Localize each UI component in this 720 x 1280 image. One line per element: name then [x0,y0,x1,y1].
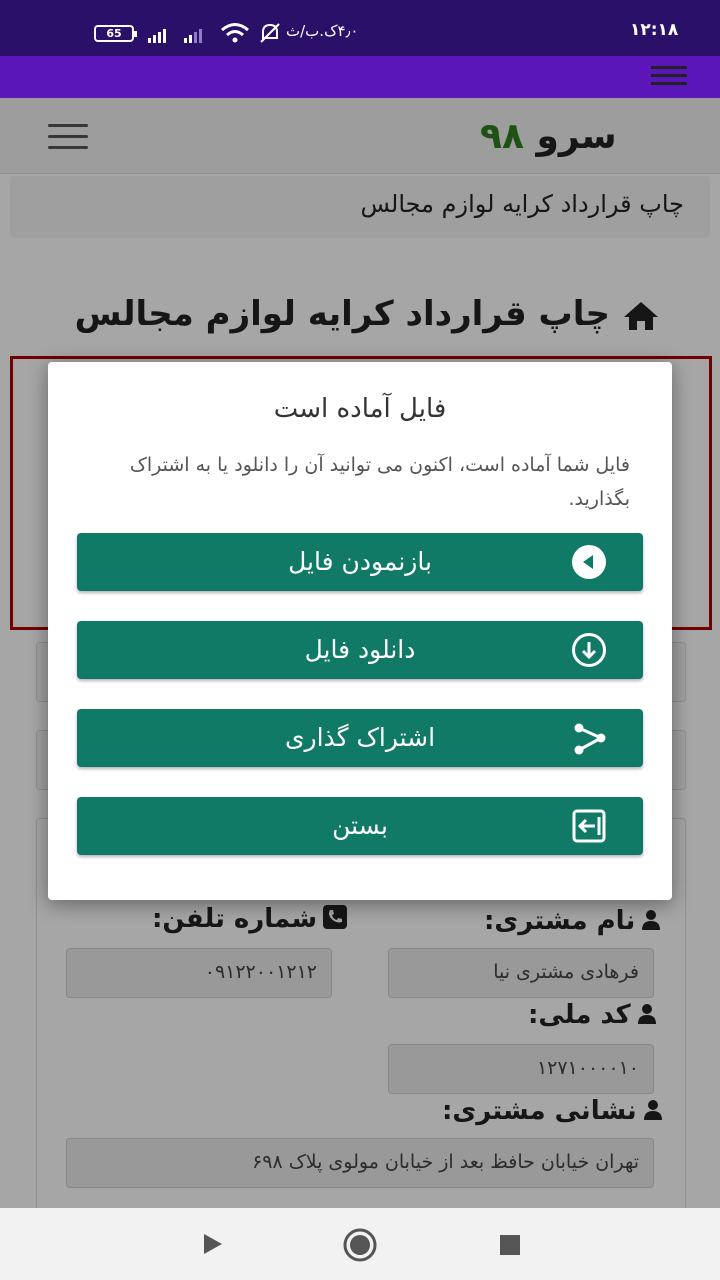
back-icon[interactable] [202,1232,224,1256]
signal-icon [148,25,166,43]
clock: ۱۲:۱۸ [630,20,679,40]
home-nav-icon[interactable] [343,1228,377,1262]
app-bar [0,56,720,98]
system-nav-bar [0,1208,720,1280]
dialog-title: فایل آماده است [273,394,447,424]
file-ready-dialog: فایل آماده است فایل شما آماده است، اکنون… [48,362,672,900]
network-speed: ۴٫۰ک.ب/ث [286,22,359,40]
download-file-button[interactable]: دانلود فایل [77,621,643,679]
close-button[interactable]: بستن [77,797,643,855]
recents-icon[interactable] [499,1234,521,1256]
dialog-message: فایل شما آماده است، اکنون می توانید آن ر… [129,454,630,510]
status-bar: 65 ۴٫۰ک.ب/ث ۱۲:۱۸ [0,0,720,56]
signal-icon-2 [184,25,202,43]
wifi-icon [221,23,249,43]
app-menu-icon[interactable] [651,64,687,88]
open-file-button[interactable]: بازنمودن فایل [77,533,643,591]
mute-bell-icon [260,23,280,43]
battery-icon: 65 [94,25,137,42]
share-button[interactable]: اشتراک گذاری [77,709,643,767]
